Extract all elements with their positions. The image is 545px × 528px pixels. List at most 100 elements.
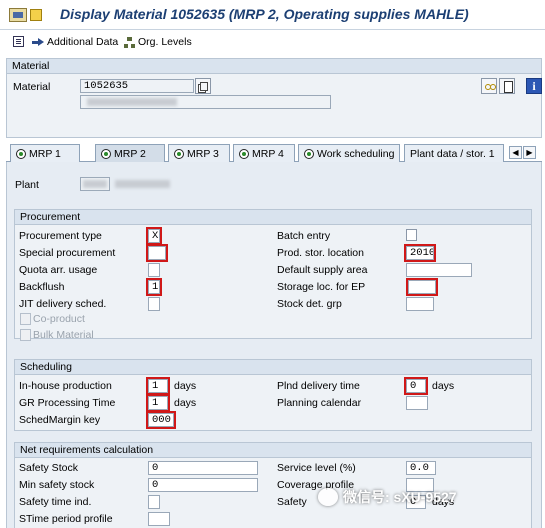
stock-det-grp-label: Stock det. grp	[277, 298, 342, 310]
procurement-type-label: Procurement type	[19, 230, 102, 242]
tab-scroll-right-icon[interactable]: ▶	[523, 146, 536, 159]
tab-work-scheduling[interactable]: Work scheduling	[298, 144, 400, 162]
window-title: Display Material 1052635 (MRP 2, Operati…	[60, 6, 469, 22]
watermark: 微信号: sXU-9527	[318, 486, 457, 508]
storage-loc-ep-label: Storage loc. for EP	[277, 281, 366, 293]
tab-label: MRP 1	[29, 147, 61, 160]
backflush-field[interactable]: 1	[146, 278, 162, 296]
additional-data-button[interactable]: Additional Data	[32, 36, 118, 48]
status-ok-icon	[239, 148, 249, 159]
tab-scroll-left-icon[interactable]: ◀	[509, 146, 522, 159]
status-ok-icon	[174, 148, 184, 159]
planning-calendar-field[interactable]	[406, 396, 428, 410]
min-safety-stock-label: Min safety stock	[19, 479, 95, 491]
bulk-material-checkbox[interactable]	[20, 329, 31, 341]
net-requirements-header: Net requirements calculation	[15, 443, 531, 458]
redacted-plant-desc	[115, 180, 170, 188]
document-icon	[13, 36, 24, 47]
plnd-delivery-time-label: Plnd delivery time	[277, 380, 360, 392]
procurement-type-field[interactable]: X	[146, 227, 162, 245]
jit-delivery-field[interactable]	[148, 297, 160, 311]
title-bar: Display Material 1052635 (MRP 2, Operati…	[0, 0, 545, 30]
safety-time-ind-label: Safety time ind.	[19, 496, 92, 508]
safety-time-label: Safety	[277, 496, 307, 508]
tab-mrp3[interactable]: MRP 3	[168, 144, 230, 162]
planning-calendar-label: Planning calendar	[277, 397, 362, 409]
inhouse-production-label: In-house production	[19, 380, 112, 392]
tab-mrp1[interactable]: MRP 1	[10, 144, 80, 162]
default-supply-area-field[interactable]	[406, 263, 472, 277]
default-supply-area-label: Default supply area	[277, 264, 368, 276]
tab-content: Plant Procurement Procurement type X Spe…	[6, 162, 542, 528]
wechat-icon	[318, 488, 338, 506]
tab-mrp4[interactable]: MRP 4	[233, 144, 295, 162]
tab-strip: MRP 1 MRP 2 MRP 3 MRP 4 Work scheduling …	[6, 144, 542, 162]
quota-arr-usage-label: Quota arr. usage	[19, 264, 98, 276]
inhouse-production-unit: days	[174, 380, 197, 392]
jit-delivery-label: JIT delivery sched.	[19, 298, 107, 310]
gr-processing-time-field[interactable]: 1	[146, 394, 170, 412]
material-section-header: Material	[7, 59, 541, 74]
prod-stor-location-field[interactable]: 2010	[404, 244, 436, 262]
material-number-field[interactable]: 1052635	[80, 79, 194, 93]
material-label: Material	[13, 81, 51, 93]
co-product-label: Co-product	[33, 313, 85, 325]
glasses-icon[interactable]	[481, 78, 497, 94]
org-levels-label: Org. Levels	[138, 36, 192, 48]
additional-data-doc-button[interactable]	[13, 36, 24, 47]
net-requirements-group: Net requirements calculation Safety Stoc…	[14, 442, 532, 528]
org-levels-button[interactable]: Org. Levels	[124, 36, 192, 48]
application-toolbar: Additional Data Org. Levels	[0, 30, 545, 56]
org-levels-icon	[124, 36, 135, 48]
inhouse-production-field[interactable]: 1	[146, 377, 170, 395]
tab-label: MRP 3	[187, 147, 219, 160]
co-product-checkbox[interactable]	[20, 313, 31, 325]
tab-label: Plant data / stor. 1	[410, 147, 495, 160]
backflush-label: Backflush	[19, 281, 65, 293]
service-level-label: Service level (%)	[277, 462, 356, 474]
sap-logo-icon[interactable]	[9, 8, 27, 22]
material-section: Material Material 1052635 i	[6, 58, 542, 138]
status-ok-icon	[16, 148, 26, 159]
gr-processing-time-label: GR Processing Time	[19, 397, 116, 409]
procurement-header: Procurement	[15, 210, 531, 225]
scheduling-header: Scheduling	[15, 360, 531, 375]
safety-stock-field[interactable]: 0	[148, 461, 258, 475]
plnd-delivery-time-field[interactable]: 0	[404, 377, 428, 395]
redacted-plant	[83, 180, 107, 188]
gr-processing-time-unit: days	[174, 397, 197, 409]
batch-entry-label: Batch entry	[277, 230, 331, 242]
tab-label: Work scheduling	[317, 147, 395, 160]
tab-plant-data-stor[interactable]: Plant data / stor. 1	[404, 144, 504, 162]
bulk-material-label: Bulk Material	[33, 329, 94, 341]
service-level-field[interactable]: 0.0	[406, 461, 436, 475]
plnd-delivery-time-unit: days	[432, 380, 455, 392]
copy-icon[interactable]	[195, 78, 211, 94]
quota-arr-usage-field[interactable]	[148, 263, 160, 277]
status-ok-icon	[304, 148, 314, 159]
stime-period-profile-label: STime period profile	[19, 513, 113, 525]
document-icon[interactable]	[499, 78, 515, 94]
arrow-right-icon	[32, 37, 44, 48]
special-procurement-label: Special procurement	[19, 247, 116, 259]
scheduling-group: Scheduling In-house production 1 days GR…	[14, 359, 532, 431]
sched-margin-key-label: SchedMargin key	[19, 414, 101, 426]
storage-loc-ep-field[interactable]	[406, 278, 438, 296]
watermark-text: 微信号: sXU-9527	[343, 489, 457, 505]
redacted-description	[87, 98, 177, 106]
info-icon[interactable]: i	[526, 78, 542, 94]
special-procurement-field[interactable]	[146, 244, 168, 262]
flag-icon[interactable]	[30, 9, 42, 21]
safety-time-ind-field[interactable]	[148, 495, 160, 509]
stock-det-grp-field[interactable]	[406, 297, 434, 311]
stime-period-profile-field[interactable]	[148, 512, 170, 526]
tab-label: MRP 2	[114, 147, 146, 160]
status-ok-icon	[101, 148, 111, 159]
batch-entry-checkbox[interactable]	[406, 229, 417, 241]
min-safety-stock-field[interactable]: 0	[148, 478, 258, 492]
additional-data-label: Additional Data	[47, 36, 119, 48]
tab-mrp2[interactable]: MRP 2	[95, 144, 165, 162]
tab-label: MRP 4	[252, 147, 284, 160]
sched-margin-key-field[interactable]: 000	[146, 411, 176, 429]
safety-stock-label: Safety Stock	[19, 462, 78, 474]
